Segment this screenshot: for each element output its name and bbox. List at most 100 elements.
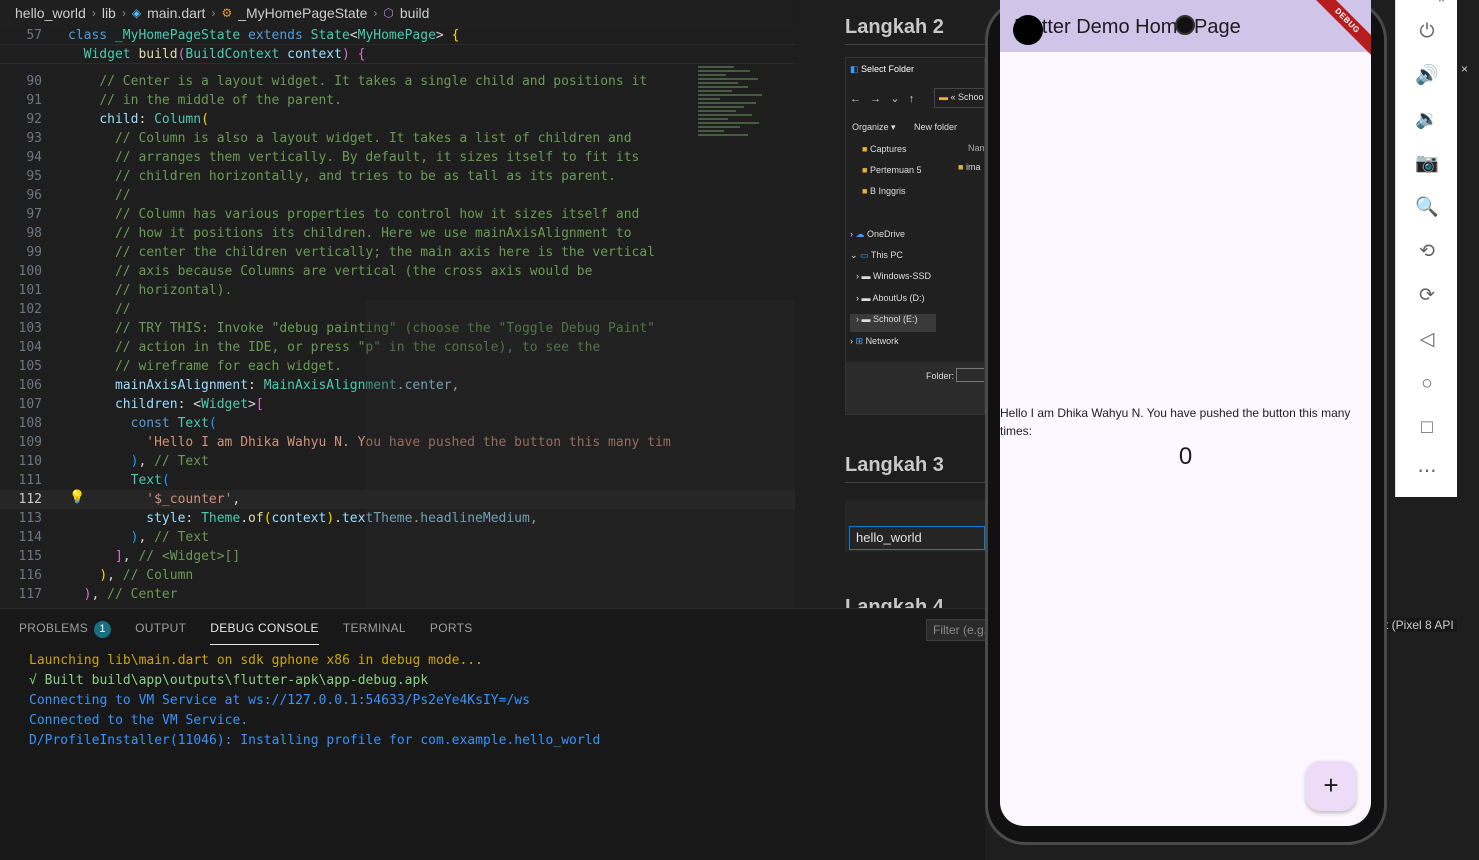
nav-item: OneDrive — [867, 229, 906, 239]
select-folder-dialog: ◧ Select Folder ← → ⌄ ↑ ▬ « School Organ… — [845, 57, 985, 415]
nav-arrows: ← → ⌄ ↑ — [850, 93, 915, 105]
back-icon[interactable]: ◁ — [1412, 325, 1442, 355]
debug-console-output: Launching lib\main.dart on sdk gphone x8… — [0, 647, 985, 751]
tab-output[interactable]: OUTPUT — [135, 609, 186, 647]
console-line: D/ProfileInstaller(11046): Installing pr… — [29, 733, 601, 748]
folder-icon: ■ — [862, 186, 868, 196]
message-text: Hello I am Dhika Wahyu N. You have pushe… — [1000, 406, 1351, 438]
doc-heading-step3: Langkah 3 — [845, 454, 944, 476]
volume-down-icon[interactable]: 🔉 — [1412, 105, 1442, 135]
chevron-right-icon: › — [373, 6, 378, 20]
home-icon[interactable]: ○ — [1412, 369, 1442, 399]
code-line[interactable]: 99 // center the children vertically; th… — [0, 243, 795, 262]
bottom-panel: PROBLEMS 1 OUTPUT DEBUG CONSOLE TERMINAL … — [0, 608, 986, 860]
code-line[interactable]: 90 // Center is a layout widget. It take… — [0, 72, 795, 91]
chevron-right-icon: › — [91, 6, 96, 20]
code-line[interactable]: 101 // horizontal). — [0, 281, 795, 300]
folder-icon: ■ — [862, 144, 868, 154]
folder-icon: ■ — [958, 162, 964, 172]
breadcrumb-item-file[interactable]: main.dart — [147, 5, 205, 21]
breadcrumb-item-class[interactable]: _MyHomePageState — [238, 5, 367, 21]
camera-icon[interactable]: 📷 — [1412, 149, 1442, 179]
code-line[interactable]: 93 // Column is also a layout widget. It… — [0, 129, 795, 148]
increment-button[interactable]: + — [1306, 761, 1356, 811]
class-icon: ⚙ — [221, 6, 233, 20]
console-line: Launching lib\main.dart on sdk gphone x8… — [29, 653, 483, 668]
nav-item: Network — [865, 336, 899, 346]
close-icon: × — [1461, 62, 1469, 76]
panel-tabs: PROBLEMS 1 OUTPUT DEBUG CONSOLE TERMINAL … — [0, 609, 985, 647]
folder-label: Folder: — [926, 371, 955, 381]
doc-heading-step4: Langkah 4 — [845, 596, 944, 608]
drive-icon: ▬ — [861, 314, 871, 324]
code-line[interactable]: 100 // axis because Columns are vertical… — [0, 262, 795, 281]
project-name-prompt: hello_world — [845, 500, 985, 552]
breadcrumb-item-lib[interactable]: lib — [102, 5, 116, 21]
nav-item: This PC — [870, 250, 903, 260]
column-name: Nam — [968, 143, 984, 153]
more-icon[interactable]: ⋯ — [1412, 457, 1442, 487]
tab-debug-console[interactable]: DEBUG CONSOLE — [210, 609, 319, 647]
tab-problems[interactable]: PROBLEMS 1 — [19, 609, 112, 647]
power-icon[interactable]: ⏻ — [1412, 17, 1442, 47]
app-bar-title: Flutter Demo Home Page — [1014, 16, 1241, 38]
front-camera-icon — [1175, 15, 1195, 35]
new-folder-button: New folder — [914, 122, 958, 132]
nav-item: School (E:) — [873, 314, 918, 324]
nav-item: AboutUs (D:) — [872, 293, 925, 303]
chevron-right-icon: › — [211, 6, 216, 20]
code-line[interactable]: 94 // arranges them vertically. By defau… — [0, 148, 795, 167]
folder-icon: ■ — [862, 165, 868, 175]
tab-ports[interactable]: PORTS — [430, 609, 473, 647]
dialog-title: Select Folder — [861, 64, 915, 74]
counter-text: 0 — [1178, 443, 1193, 470]
method-icon: ⬡ — [383, 6, 394, 20]
lightbulb-icon[interactable]: 💡 — [69, 490, 85, 505]
chevron-right-icon: › — [121, 6, 126, 20]
breadcrumb-item-project[interactable]: hello_world — [15, 5, 86, 21]
code-line[interactable]: 95 // children horizontally, and tries t… — [0, 167, 795, 186]
folder-item: Pertemuan 5 — [869, 165, 922, 175]
pc-icon: ▭ — [860, 250, 869, 260]
tab-terminal[interactable]: TERMINAL — [343, 609, 406, 647]
sticky-scroll-line[interactable]: 57 class _MyHomePageState extends State<M… — [0, 26, 795, 45]
breadcrumb-item-method[interactable]: build — [400, 5, 430, 21]
network-icon: ⊞ — [855, 336, 864, 346]
breadcrumb: hello_world › lib › ◈ main.dart › ⚙ _MyH… — [0, 0, 795, 26]
folder-item: Captures — [869, 144, 907, 154]
nav-item: Windows-SSD — [873, 271, 932, 281]
folder-item: B Inggris — [869, 186, 906, 196]
organize-button: Organize ▾ — [852, 122, 896, 132]
rotate-right-icon[interactable]: ⟳ — [1412, 281, 1442, 311]
doc-heading-step2: Langkah 2 — [845, 16, 944, 38]
background-document: Langkah 2 ◧ Select Folder ← → ⌄ ↑ ▬ « Sc… — [795, 0, 985, 608]
dialog-path: School — [958, 92, 985, 102]
rotate-left-icon[interactable]: ⟲ — [1412, 237, 1442, 267]
vscode-logo-icon: ◧ — [850, 64, 859, 74]
overview-icon[interactable]: □ — [1412, 413, 1442, 443]
problems-badge: 1 — [94, 621, 112, 638]
file-item: ima — [965, 162, 981, 172]
camera-cutout-icon — [1013, 15, 1043, 45]
code-line[interactable]: 98 // how it positions its children. Her… — [0, 224, 795, 243]
code-line[interactable]: 91 // in the middle of the parent. — [0, 91, 795, 110]
zoom-icon[interactable]: 🔍 — [1412, 193, 1442, 223]
drive-icon: ▬ — [861, 271, 871, 281]
filter-input[interactable]: Filter (e.g. — [926, 619, 986, 641]
cloud-icon: ☁ — [855, 229, 865, 239]
background-window-edge: × — [1457, 0, 1479, 860]
close-icon[interactable]: × — [1438, 0, 1445, 6]
code-line[interactable]: 97 // Column has various properties to c… — [0, 205, 795, 224]
console-line: Connected to the VM Service. — [29, 713, 249, 728]
emulator-toolbar: × ⏻ 🔊 🔉 📷 🔍 ⟲ ⟳ ◁ ○ □ ⋯ — [1395, 0, 1457, 497]
console-line: Connecting to VM Service at ws://127.0.0… — [29, 693, 530, 708]
phone-screen: Flutter Demo Home Page DEBUG Hello I am … — [1000, 0, 1371, 826]
dart-file-icon: ◈ — [131, 6, 142, 20]
console-line: √ Built build\app\outputs\flutter-apk\ap… — [29, 673, 429, 688]
volume-up-icon[interactable]: 🔊 — [1412, 61, 1442, 91]
project-name-input: hello_world — [849, 526, 985, 550]
code-line[interactable]: 96 // — [0, 186, 795, 205]
drive-icon: ▬ — [861, 293, 871, 303]
sticky-scroll-line[interactable]: Widget build(BuildContext context) { — [0, 45, 795, 64]
code-line[interactable]: 92 child: Column( — [0, 110, 795, 129]
